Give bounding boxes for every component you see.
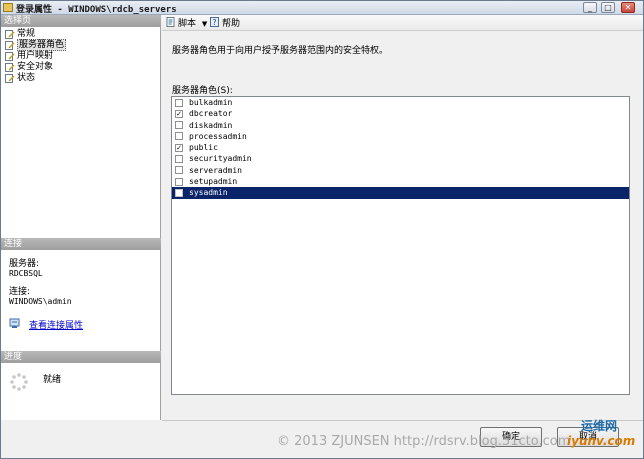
page-description: 服务器角色用于向用户授予服务器范围内的安全特权。	[172, 46, 389, 56]
role-item-dbcreator[interactable]: ✓ dbcreator	[172, 108, 629, 119]
role-checkbox[interactable]	[175, 177, 183, 186]
role-name: setupadmin	[189, 177, 238, 187]
page-item-status[interactable]: 状态	[3, 73, 159, 84]
connection-properties-icon	[9, 318, 20, 328]
copyright-watermark: © 2013 ZJUNSEN http://rdsrv.blog.51cto.c…	[277, 434, 571, 449]
role-checkbox[interactable]	[175, 98, 183, 107]
script-label: 脚本	[178, 19, 197, 29]
role-name: serveradmin	[189, 165, 242, 175]
role-item-sysadmin[interactable]: sysadmin	[172, 187, 629, 199]
page-item-label: 服务器角色	[17, 39, 67, 51]
role-name: processadmin	[189, 131, 247, 141]
login-properties-dialog: 登录属性 - WINDOWS\rdcb_servers _ □ ✕ 选择页 常规…	[0, 0, 644, 459]
role-checkbox[interactable]: ✓	[175, 109, 183, 118]
role-checkbox[interactable]	[175, 154, 183, 163]
logo-top-text: 运维网	[581, 419, 618, 433]
server-roles-list[interactable]: bulkadmin ✓ dbcreator diskadmin processa…	[171, 96, 630, 395]
page-icon	[5, 52, 15, 61]
progress-status: 就绪	[43, 375, 62, 385]
toolbar: 脚本 ▼ ? 帮助	[162, 15, 643, 31]
progress-header: 进度	[1, 351, 161, 363]
server-label: 服务器:	[9, 259, 40, 269]
minimize-button[interactable]: _	[583, 2, 597, 13]
role-name: securityadmin	[189, 154, 252, 164]
connection-label: 连接:	[9, 287, 31, 297]
site-logo-watermark: 运维网 iyunv.com	[561, 415, 641, 453]
role-name: dbcreator	[189, 109, 233, 119]
select-page-header: 选择页	[1, 15, 161, 27]
page-item-label: 用户映射	[17, 51, 54, 61]
role-item-public[interactable]: ✓ public	[172, 142, 629, 153]
role-name: sysadmin	[189, 188, 228, 198]
role-item-bulkadmin[interactable]: bulkadmin	[172, 97, 629, 108]
left-panel: 选择页 常规 服务器角色 用户映射 安全对象 状态 连接 服务器: RDCBSQ…	[1, 15, 161, 420]
connection-value: WINDOWS\admin	[9, 297, 72, 306]
app-icon	[3, 3, 13, 12]
role-checkbox[interactable]: ✓	[175, 143, 183, 152]
server-roles-label: 服务器角色(S):	[172, 86, 233, 96]
window-title: 登录属性 - WINDOWS\rdcb_servers	[16, 5, 177, 15]
role-item-processadmin[interactable]: processadmin	[172, 131, 629, 142]
page-item-server-roles[interactable]: 服务器角色	[3, 39, 159, 51]
title-bar[interactable]: 登录属性 - WINDOWS\rdcb_servers _ □ ✕	[1, 1, 643, 15]
page-item-label: 安全对象	[17, 62, 54, 72]
connection-info: 服务器: RDCBSQL 连接: WINDOWS\admin	[9, 259, 157, 307]
page-icon	[5, 30, 15, 39]
page-item-securables[interactable]: 安全对象	[3, 62, 159, 73]
connection-header: 连接	[1, 238, 161, 250]
role-checkbox[interactable]	[175, 166, 183, 175]
role-name: bulkadmin	[189, 98, 233, 107]
script-icon	[166, 17, 175, 27]
help-icon: ?	[210, 17, 219, 27]
svg-text:?: ?	[212, 18, 216, 27]
role-checkbox[interactable]	[175, 188, 183, 197]
role-item-setupadmin[interactable]: setupadmin	[172, 176, 629, 187]
page-item-label: 状态	[17, 73, 36, 83]
page-list: 常规 服务器角色 用户映射 安全对象 状态	[3, 29, 159, 84]
view-connection-properties-link[interactable]: 查看连接属性	[29, 318, 83, 331]
role-checkbox[interactable]	[175, 132, 183, 141]
role-name: public	[189, 143, 218, 153]
page-item-label: 常规	[17, 29, 36, 39]
progress-spinner-icon	[10, 373, 28, 391]
close-button[interactable]: ✕	[621, 2, 635, 13]
role-item-securityadmin[interactable]: securityadmin	[172, 153, 629, 164]
page-icon	[5, 63, 15, 72]
chevron-down-icon[interactable]: ▼	[202, 20, 207, 28]
logo-bottom-text: iyunv.com	[567, 434, 636, 448]
help-label: 帮助	[222, 19, 241, 29]
role-item-serveradmin[interactable]: serveradmin	[172, 165, 629, 176]
role-item-diskadmin[interactable]: diskadmin	[172, 120, 629, 131]
help-button[interactable]: ? 帮助	[210, 17, 240, 29]
page-icon	[5, 41, 15, 50]
script-button[interactable]: 脚本 ▼	[166, 17, 207, 29]
role-name: diskadmin	[189, 120, 233, 130]
server-value: RDCBSQL	[9, 269, 43, 278]
maximize-button[interactable]: □	[601, 2, 615, 13]
page-item-user-mapping[interactable]: 用户映射	[3, 51, 159, 62]
page-icon	[5, 74, 15, 83]
role-checkbox[interactable]	[175, 121, 183, 130]
